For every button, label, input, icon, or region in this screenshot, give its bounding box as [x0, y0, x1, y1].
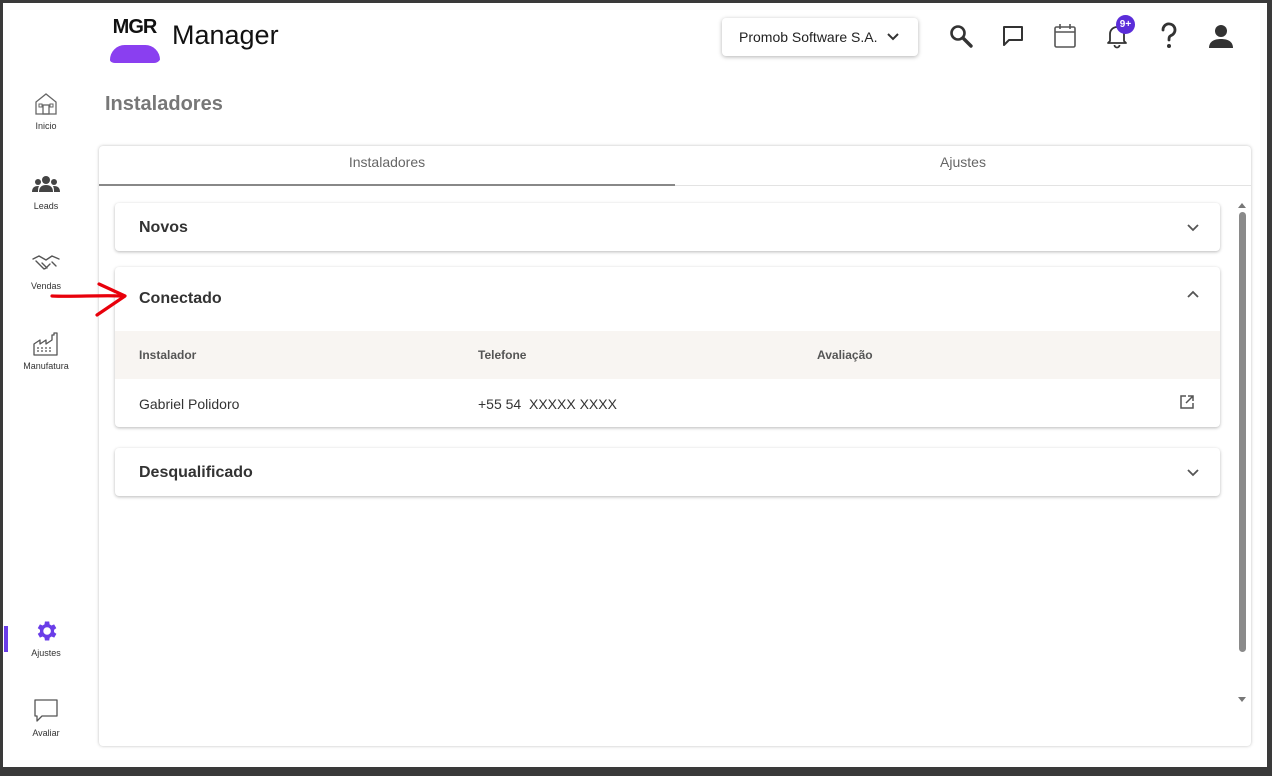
- annotation-arrow-icon: [49, 281, 131, 322]
- chat-icon[interactable]: [998, 21, 1028, 51]
- handshake-icon: [13, 251, 79, 277]
- open-external-icon[interactable]: [1179, 394, 1195, 413]
- tab-bar: Instaladores Ajustes: [99, 146, 1251, 186]
- installers-card: Instaladores Ajustes Novos Conectado Ins…: [99, 146, 1251, 746]
- panel-title: Conectado: [139, 290, 222, 307]
- calendar-icon[interactable]: [1050, 21, 1080, 51]
- factory-icon: [13, 331, 79, 357]
- chevron-down-icon: [1186, 220, 1200, 239]
- column-header: Avaliação: [817, 348, 873, 362]
- company-selector[interactable]: Promob Software S.A.: [722, 18, 918, 56]
- panel-title: Novos: [139, 219, 188, 236]
- chevron-down-icon: [886, 32, 900, 42]
- page-title: Instaladores: [105, 93, 223, 115]
- people-icon: [13, 171, 79, 197]
- gear-icon: [13, 618, 79, 644]
- app-logo[interactable]: MGR: [108, 12, 161, 63]
- search-icon[interactable]: [946, 21, 976, 51]
- sidebar-item-label: Inicio: [35, 121, 57, 131]
- help-icon[interactable]: [1154, 21, 1184, 51]
- app-window: MGR Manager Promob Software S.A. 9+ Inic…: [3, 3, 1267, 767]
- tab-ajustes[interactable]: Ajustes: [675, 146, 1251, 185]
- logo-text: MGR: [112, 16, 158, 38]
- table-header: Instalador Telefone Avaliação: [115, 331, 1220, 379]
- user-icon[interactable]: [1206, 21, 1236, 51]
- panel-header-conectado[interactable]: Conectado: [115, 267, 1220, 331]
- panel-desqualificado: Desqualificado: [115, 448, 1220, 496]
- panel-header-novos[interactable]: Novos: [115, 203, 1220, 251]
- notification-badge: 9+: [1116, 15, 1135, 34]
- column-header: Instalador: [139, 348, 197, 362]
- sidebar-item-avaliar[interactable]: Avaliar: [13, 698, 79, 738]
- sidebar-item-label: Leads: [33, 201, 59, 211]
- sidebar-item-leads[interactable]: Leads: [13, 171, 79, 211]
- sidebar-item-label: Manufatura: [23, 361, 69, 371]
- sidebar-item-manufatura[interactable]: Manufatura: [13, 331, 79, 371]
- sidebar-item-ajustes[interactable]: Ajustes: [13, 618, 79, 658]
- sidebar-item-label: Avaliar: [32, 728, 60, 738]
- logo-shape: [110, 45, 160, 63]
- app-title: Manager: [172, 20, 279, 50]
- sidebar-item-inicio[interactable]: Inicio: [13, 91, 79, 131]
- scroll-down-arrow[interactable]: [1237, 691, 1247, 709]
- chevron-up-icon: [1186, 288, 1200, 307]
- installer-name: Gabriel Polidoro: [139, 396, 240, 412]
- panel-conectado: Conectado Instalador Telefone Avaliação …: [115, 267, 1220, 427]
- home-icon: [13, 91, 79, 117]
- panel-novos: Novos: [115, 203, 1220, 251]
- scrollbar-thumb[interactable]: [1239, 212, 1246, 652]
- sidebar-active-indicator: [4, 626, 8, 652]
- panel-header-desqualificado[interactable]: Desqualificado: [115, 448, 1220, 496]
- panel-title: Desqualificado: [139, 464, 253, 481]
- company-name: Promob Software S.A.: [739, 29, 878, 45]
- chevron-down-icon: [1186, 465, 1200, 484]
- feedback-icon: [13, 698, 79, 724]
- notifications-button[interactable]: 9+: [1102, 15, 1135, 51]
- table-row: Gabriel Polidoro +55 54 XXXXX XXXX: [115, 379, 1220, 427]
- tab-instaladores[interactable]: Instaladores: [99, 146, 675, 186]
- column-header: Telefone: [478, 348, 527, 362]
- installer-phone: +55 54 XXXXX XXXX: [478, 396, 617, 412]
- sidebar-item-label: Ajustes: [31, 648, 61, 658]
